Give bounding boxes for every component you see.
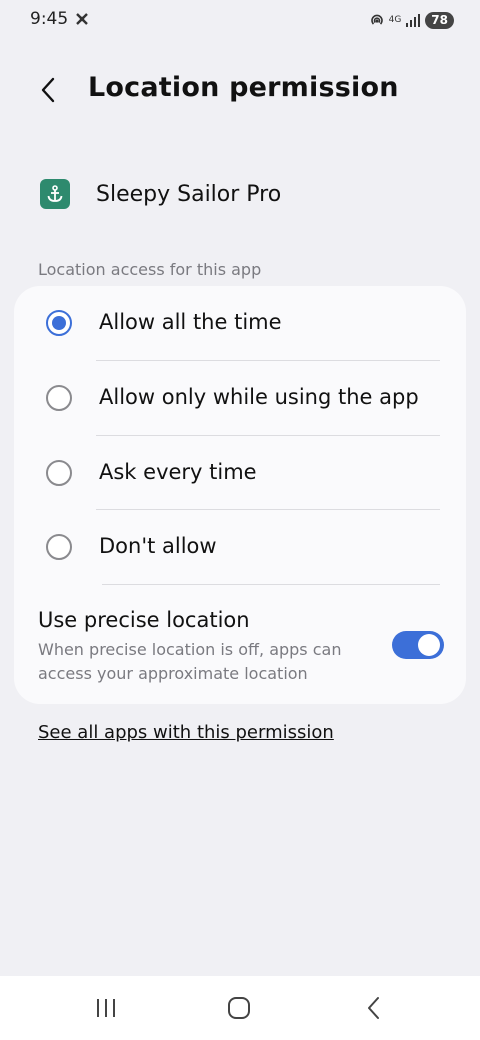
navigation-bar bbox=[0, 976, 480, 1040]
home-icon bbox=[228, 997, 250, 1019]
hotspot-icon bbox=[370, 14, 383, 25]
radio-button[interactable] bbox=[46, 460, 72, 486]
home-button[interactable] bbox=[219, 990, 259, 1026]
back-icon bbox=[368, 997, 379, 1019]
status-bar: 9:45 4G 78 bbox=[0, 0, 480, 40]
anchor-icon bbox=[40, 179, 70, 209]
divider bbox=[102, 584, 440, 585]
option-ask-every-time[interactable]: Ask every time bbox=[14, 436, 466, 510]
header: Location permission bbox=[0, 60, 480, 120]
status-indicators: 4G 78 bbox=[369, 10, 454, 30]
option-label: Allow all the time bbox=[99, 310, 282, 334]
see-all-apps-link[interactable]: See all apps with this permission bbox=[38, 722, 334, 743]
network-type: 4G bbox=[388, 14, 402, 25]
option-label: Allow only while using the app bbox=[99, 385, 419, 409]
recents-icon bbox=[97, 999, 115, 1017]
signal-icon bbox=[406, 14, 421, 27]
option-allow-while-using[interactable]: Allow only while using the app bbox=[14, 361, 466, 435]
recents-button[interactable] bbox=[86, 990, 126, 1026]
option-label: Don't allow bbox=[99, 534, 217, 558]
option-dont-allow[interactable]: Don't allow bbox=[14, 510, 466, 584]
battery-level: 78 bbox=[425, 11, 454, 29]
option-label: Ask every time bbox=[99, 460, 257, 484]
app-name: Sleepy Sailor Pro bbox=[96, 181, 282, 207]
permission-card: Allow all the time Allow only while usin… bbox=[14, 286, 466, 704]
nav-back-button[interactable] bbox=[354, 990, 394, 1026]
back-button[interactable] bbox=[30, 72, 66, 108]
toggle-knob bbox=[418, 634, 440, 656]
radio-button[interactable] bbox=[46, 310, 72, 336]
precise-location-description: When precise location is off, apps can a… bbox=[38, 640, 342, 683]
option-allow-all-the-time[interactable]: Allow all the time bbox=[14, 286, 466, 360]
app-info: Sleepy Sailor Pro bbox=[40, 176, 281, 212]
section-label: Location access for this app bbox=[38, 260, 262, 279]
radio-button[interactable] bbox=[46, 534, 72, 560]
precise-location-toggle[interactable] bbox=[392, 631, 444, 659]
notification-icon bbox=[76, 13, 88, 25]
page-title: Location permission bbox=[88, 72, 399, 103]
chevron-left-icon bbox=[41, 77, 55, 103]
radio-button[interactable] bbox=[46, 385, 72, 411]
precise-location-title: Use precise location bbox=[38, 608, 250, 632]
status-time: 9:45 bbox=[30, 9, 69, 29]
